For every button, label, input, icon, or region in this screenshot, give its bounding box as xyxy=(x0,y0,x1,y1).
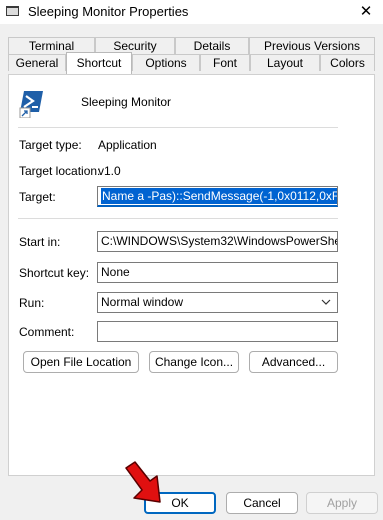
close-icon[interactable]: ✕ xyxy=(355,2,377,22)
shortcut-key-label: Shortcut key: xyxy=(19,266,90,280)
target-location-label: Target location: xyxy=(19,164,101,178)
red-arrow-icon xyxy=(125,461,161,503)
run-dropdown[interactable]: Normal window xyxy=(97,292,338,313)
target-label: Target: xyxy=(19,190,56,204)
comment-label: Comment: xyxy=(19,325,75,339)
window-icon xyxy=(6,6,19,16)
chevron-down-icon xyxy=(321,299,331,305)
run-label: Run: xyxy=(19,296,45,310)
target-type-label: Target type: xyxy=(19,138,82,152)
target-location-value: v1.0 xyxy=(98,164,121,178)
open-file-location-button[interactable]: Open File Location xyxy=(23,351,139,373)
shortcut-name: Sleeping Monitor xyxy=(81,95,172,109)
tab-options[interactable]: Options xyxy=(132,54,200,71)
tab-previous-versions[interactable]: Previous Versions xyxy=(249,37,375,54)
tab-font[interactable]: Font xyxy=(200,54,250,71)
powershell-icon xyxy=(19,91,43,118)
tab-details[interactable]: Details xyxy=(175,37,249,54)
tab-layout[interactable]: Layout xyxy=(250,54,320,71)
run-value: Normal window xyxy=(101,295,184,309)
start-in-field[interactable]: C:\WINDOWS\System32\WindowsPowerShell\v xyxy=(97,231,338,252)
tab-general[interactable]: General xyxy=(8,54,66,71)
divider xyxy=(18,218,338,219)
tab-shortcut[interactable]: Shortcut xyxy=(66,52,132,74)
window-title: Sleeping Monitor Properties xyxy=(28,4,189,19)
target-type-value: Application xyxy=(98,138,157,152)
divider xyxy=(18,127,338,128)
start-in-label: Start in: xyxy=(19,235,61,249)
advanced-button[interactable]: Advanced... xyxy=(249,351,338,373)
change-icon-button[interactable]: Change Icon... xyxy=(149,351,239,373)
target-value: Name a -Pas)::SendMessage(-1,0x0112,0xF1… xyxy=(101,188,337,204)
cancel-button[interactable]: Cancel xyxy=(226,492,298,514)
tab-colors[interactable]: Colors xyxy=(320,54,375,71)
target-field[interactable]: Name a -Pas)::SendMessage(-1,0x0112,0xF1… xyxy=(97,186,338,207)
comment-field[interactable] xyxy=(97,321,338,342)
shortcut-key-field[interactable]: None xyxy=(97,262,338,283)
apply-button: Apply xyxy=(306,492,378,514)
